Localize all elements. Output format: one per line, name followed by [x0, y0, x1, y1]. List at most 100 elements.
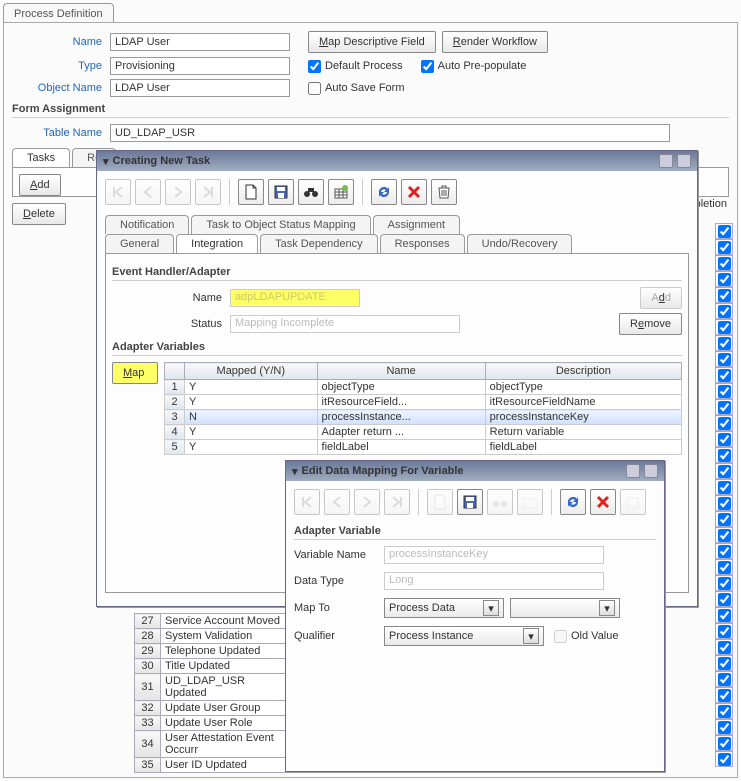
task-object-status-tab[interactable]: Task to Object Status Mapping	[191, 215, 370, 234]
default-process-checkbox[interactable]: Default Process	[308, 60, 403, 73]
completion-checkbox[interactable]	[715, 559, 733, 575]
nav-next-icon[interactable]	[165, 179, 191, 205]
delete-x-icon[interactable]	[590, 489, 616, 515]
completion-checkbox[interactable]	[715, 383, 733, 399]
task-dependency-tab[interactable]: Task Dependency	[260, 234, 377, 253]
completion-checkbox[interactable]	[715, 255, 733, 271]
completion-checkbox[interactable]	[715, 239, 733, 255]
list-item[interactable]: 31UD_LDAP_USR Updated	[135, 674, 291, 701]
refresh-icon[interactable]	[560, 489, 586, 515]
completion-checkbox[interactable]	[715, 751, 733, 767]
binoculars-icon[interactable]	[487, 489, 513, 515]
type-input[interactable]	[110, 57, 290, 75]
save-disk-icon[interactable]	[268, 179, 294, 205]
completion-checkbox[interactable]	[715, 495, 733, 511]
save-disk-icon[interactable]	[457, 489, 483, 515]
list-item[interactable]: 30Title Updated	[135, 659, 291, 674]
nav-first-icon[interactable]	[294, 489, 320, 515]
list-item[interactable]: 32Update User Group	[135, 701, 291, 716]
map-descriptive-field-button[interactable]: MMap Descriptive Fieldap Descriptive Fie…	[308, 31, 436, 53]
delete-button[interactable]: Delete	[12, 203, 66, 225]
trash-icon[interactable]	[620, 489, 646, 515]
responses-tab[interactable]: Responses	[380, 234, 465, 253]
list-item[interactable]: 35User ID Updated	[135, 758, 291, 773]
completion-checkbox[interactable]	[715, 479, 733, 495]
close-window-icon[interactable]	[644, 464, 658, 478]
completion-checkbox[interactable]	[715, 319, 733, 335]
completion-checkbox[interactable]	[715, 367, 733, 383]
completion-checkbox[interactable]	[715, 351, 733, 367]
completion-checkbox[interactable]	[715, 399, 733, 415]
completion-checkbox[interactable]	[715, 719, 733, 735]
nav-prev-icon[interactable]	[135, 179, 161, 205]
map-to-secondary-select[interactable]: ▾	[510, 598, 620, 618]
refresh-icon[interactable]	[371, 179, 397, 205]
completion-checkbox[interactable]	[715, 463, 733, 479]
completion-checkbox[interactable]	[715, 591, 733, 607]
qualifier-select[interactable]: Process Instance▾	[384, 626, 544, 646]
auto-prepopulate-checkbox[interactable]: Auto Pre-populate	[421, 60, 527, 73]
minimize-icon[interactable]	[626, 464, 640, 478]
notification-tab[interactable]: Notification	[105, 215, 189, 234]
general-tab[interactable]: General	[105, 234, 174, 253]
completion-checkbox[interactable]	[715, 271, 733, 287]
old-value-checkbox[interactable]: Old Value	[554, 630, 619, 643]
nav-next-icon[interactable]	[354, 489, 380, 515]
list-item[interactable]: 34User Attestation Event Occurr	[135, 731, 291, 758]
process-definition-tab[interactable]: Process Definition	[3, 3, 114, 24]
completion-checkbox[interactable]	[715, 607, 733, 623]
nav-prev-icon[interactable]	[324, 489, 350, 515]
map-button[interactable]: Map	[112, 362, 158, 384]
list-item[interactable]: 33Update User Role	[135, 716, 291, 731]
nav-first-icon[interactable]	[105, 179, 131, 205]
close-window-icon[interactable]	[677, 154, 691, 168]
completion-checkbox[interactable]	[715, 735, 733, 751]
assignment-tab[interactable]: Assignment	[373, 215, 460, 234]
completion-checkbox[interactable]	[715, 623, 733, 639]
delete-x-icon[interactable]	[401, 179, 427, 205]
render-workflow-button[interactable]: Render Workflow	[442, 31, 548, 53]
nav-last-icon[interactable]	[384, 489, 410, 515]
table-row[interactable]: 2YitResourceField...itResourceFieldName	[165, 395, 682, 410]
completion-checkbox[interactable]	[715, 703, 733, 719]
new-document-icon[interactable]	[427, 489, 453, 515]
completion-checkbox[interactable]	[715, 335, 733, 351]
map-to-select[interactable]: Process Data▾	[384, 598, 504, 618]
new-document-icon[interactable]	[238, 179, 264, 205]
completion-checkbox[interactable]	[715, 447, 733, 463]
completion-checkbox[interactable]	[715, 639, 733, 655]
table-row[interactable]: 4YAdapter return ...Return variable	[165, 425, 682, 440]
completion-checkbox[interactable]	[715, 527, 733, 543]
completion-checkbox[interactable]	[715, 223, 733, 239]
completion-checkbox[interactable]	[715, 687, 733, 703]
table-name-input[interactable]	[110, 124, 670, 142]
eh-remove-button[interactable]: Remove	[619, 313, 682, 335]
completion-checkbox[interactable]	[715, 415, 733, 431]
completion-checkbox[interactable]	[715, 303, 733, 319]
add-button[interactable]: Add	[19, 174, 61, 196]
tasks-tab[interactable]: Tasks	[12, 148, 70, 167]
completion-checkbox[interactable]	[715, 511, 733, 527]
object-name-input[interactable]	[110, 79, 290, 97]
table-row[interactable]: 3NprocessInstance...processInstanceKey	[165, 410, 682, 425]
completion-checkbox[interactable]	[715, 287, 733, 303]
auto-save-form-checkbox[interactable]: Auto Save Form	[308, 82, 404, 95]
completion-checkbox[interactable]	[715, 575, 733, 591]
completion-checkbox[interactable]	[715, 671, 733, 687]
table-new-icon[interactable]	[328, 179, 354, 205]
table-row[interactable]: 5YfieldLabelfieldLabel	[165, 440, 682, 455]
eh-add-button[interactable]: Add	[640, 287, 682, 309]
integration-tab[interactable]: Integration	[176, 234, 258, 253]
list-item[interactable]: 28System Validation	[135, 629, 291, 644]
minimize-icon[interactable]	[659, 154, 673, 168]
list-item[interactable]: 27Service Account Moved	[135, 614, 291, 629]
list-item[interactable]: 29Telephone Updated	[135, 644, 291, 659]
nav-last-icon[interactable]	[195, 179, 221, 205]
undo-recovery-tab[interactable]: Undo/Recovery	[467, 234, 573, 253]
completion-checkbox[interactable]	[715, 431, 733, 447]
completion-checkbox[interactable]	[715, 655, 733, 671]
binoculars-icon[interactable]	[298, 179, 324, 205]
table-new-icon[interactable]	[517, 489, 543, 515]
trash-icon[interactable]	[431, 179, 457, 205]
completion-checkbox[interactable]	[715, 543, 733, 559]
